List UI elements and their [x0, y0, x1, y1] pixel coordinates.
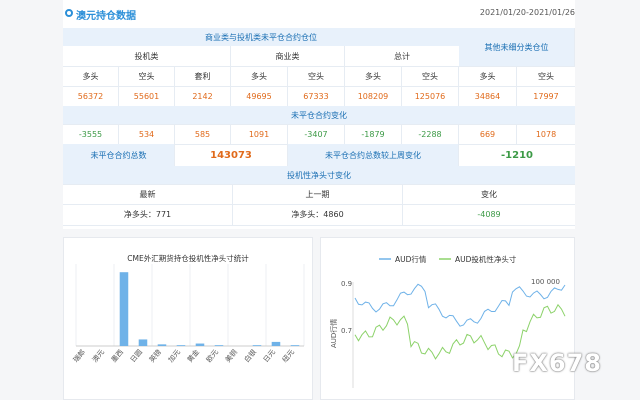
group-total: 总计: [394, 51, 410, 61]
value-cell: 67333: [288, 86, 345, 106]
bar: [119, 272, 129, 346]
spec-head-latest: 最新: [63, 184, 233, 204]
total-value: 143073: [175, 144, 288, 166]
category-label: 日圆: [129, 348, 144, 364]
bar: [214, 345, 224, 346]
change-cell: 585: [175, 124, 231, 144]
table-changes-row: -3555 534 585 1091 -3407 -1879 -2288 669…: [63, 124, 575, 145]
bar: [157, 344, 167, 346]
change-cell: -3555: [63, 124, 119, 144]
value-cell: 49695: [231, 86, 288, 106]
legend-label: AUD行情: [395, 254, 427, 264]
category-label: 加元: [166, 348, 182, 365]
spec-latest: 净多头：771: [63, 204, 233, 225]
table-head-row: 多头 空头 套利 多头 空头 多头 空头 多头 空头: [63, 66, 575, 87]
y-tick-label: 0.9: [341, 280, 352, 288]
y-tick-label: 0.7: [341, 327, 352, 335]
col-head: 多头: [63, 66, 119, 86]
positions-panel: 澳元持仓数据 2021/01/20-2021/01/26 商业类与投机类未平仓合…: [63, 0, 575, 229]
change-cell: 1078: [535, 129, 557, 139]
spec-title-row: 投机性净头寸变化: [63, 166, 575, 185]
value-cell: 125076: [402, 86, 459, 106]
group-spec: 投机类: [63, 46, 231, 66]
change-cell: 669: [459, 124, 517, 144]
change-title-row: 未平仓合约变化: [63, 106, 575, 125]
col-head: 空头: [288, 66, 345, 86]
col-head: 空头: [538, 71, 554, 81]
spec-head-row: 最新 上一期 变化: [63, 184, 575, 205]
value-cell: 55601: [119, 86, 175, 106]
category-label: 墨西: [110, 348, 125, 364]
group-commercial: 商业类: [231, 46, 345, 66]
change-cell: -2288: [402, 124, 459, 144]
col-head: 多头: [345, 66, 402, 86]
group-title: 商业类与投机类未平仓合约仓位: [63, 28, 459, 46]
table-values-row: 56372 55601 2142 49695 67333 108209 1250…: [63, 86, 575, 107]
category-label: 日元: [262, 348, 277, 364]
change-cell: -1879: [345, 124, 402, 144]
spec-values-row: 净多头：771 净多头：4860 -4089: [63, 204, 575, 226]
value-cell: 34864: [459, 86, 517, 106]
value-cell: 108209: [345, 86, 402, 106]
weekly-change-value: -1210: [501, 149, 533, 161]
bar: [176, 345, 186, 346]
date-range: 2021/01/20-2021/01/26: [479, 8, 575, 17]
change-cell: -3407: [288, 124, 345, 144]
value-cell: 17997: [533, 91, 559, 101]
bar-chart: 瑞郎 澳元 墨西 日圆 英镑 加元 黄金 欧元 美铜 白银 日元 纽元: [71, 264, 305, 365]
bar: [195, 343, 205, 346]
y2-tick-label: 100 000: [531, 278, 560, 286]
page-title: 澳元持仓数据: [76, 11, 136, 22]
change-title: 未平仓合约变化: [63, 106, 575, 124]
col-head: 空头: [402, 66, 459, 86]
category-label: 英镑: [147, 348, 163, 365]
bar: [290, 345, 300, 346]
category-label: 纽元: [280, 348, 296, 365]
bar: [252, 345, 262, 346]
col-head: 套利: [175, 66, 231, 86]
y-axis-label: AUD行情: [329, 319, 338, 348]
value-cell: 2142: [175, 86, 231, 106]
spec-head-change: 变化: [481, 189, 497, 199]
change-cell: 534: [119, 124, 175, 144]
category-label: 欧元: [204, 348, 220, 365]
category-label: 澳元: [90, 348, 106, 365]
change-cell: 1091: [231, 124, 288, 144]
category-label: 瑞郎: [71, 348, 87, 365]
col-head: 多头: [231, 66, 288, 86]
spec-change: -4089: [477, 210, 501, 219]
col-head: 多头: [459, 66, 517, 86]
aud-price-line: [354, 283, 566, 327]
value-cell: 56372: [63, 86, 119, 106]
bar: [271, 341, 281, 346]
spec-head-previous: 上一期: [233, 184, 403, 204]
category-label: 黄金: [185, 348, 201, 365]
weekly-change-label: 未平仓合约总数较上周变化: [288, 144, 459, 166]
category-label: 白银: [242, 348, 258, 365]
panel-header: 澳元持仓数据 2021/01/20-2021/01/26: [63, 0, 575, 28]
category-label: 美铜: [223, 348, 239, 365]
spec-title: 投机性净头寸变化: [63, 166, 575, 184]
col-head: 空头: [119, 66, 175, 86]
totals-row: 未平仓合约总数 143073 未平仓合约总数较上周变化 -1210: [63, 144, 575, 167]
table-subgroup-row: 投机类 商业类 总计: [63, 46, 575, 67]
total-label: 未平仓合约总数: [63, 144, 175, 166]
legend-label: AUD投机性净头寸: [455, 254, 517, 264]
fx678-watermark: FX678: [512, 349, 602, 377]
bar: [138, 339, 148, 346]
spec-previous: 净多头：4860: [233, 204, 403, 225]
circle-icon: [65, 9, 73, 17]
net-position-chart-card: CME外汇期货持仓投机性净头寸统计 瑞郎 澳元 墨西 日圆 英镑 加元 黄金 欧元 美铜 白银 日元…: [63, 237, 313, 400]
